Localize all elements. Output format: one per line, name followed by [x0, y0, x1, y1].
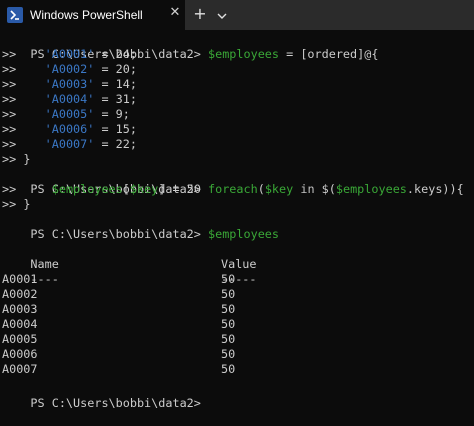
continuation-line: >> 'A0005' = 9; — [2, 107, 130, 121]
continuation-line: >> 'A0001' = 24; — [2, 47, 137, 61]
continuation-line: >> } — [2, 197, 31, 211]
command-line: PS C:\Users\bobbi\data2> $employees = [o… — [30, 47, 379, 61]
tab-windows-powershell[interactable]: Windows PowerShell ✕ — [0, 0, 185, 30]
table-row: A0005 50 — [2, 332, 236, 346]
table-row: A0002 50 — [2, 287, 236, 301]
powershell-icon — [7, 7, 23, 23]
close-tab-icon[interactable]: ✕ — [168, 6, 182, 20]
table-header: Name Value — [2, 242, 256, 271]
table-row: A0003 50 — [2, 302, 236, 316]
continuation-line: >> } — [2, 152, 31, 166]
prompt: PS C:\Users\bobbi\data2> — [30, 227, 208, 241]
new-tab-button[interactable]: + — [193, 5, 207, 23]
title-bar: Windows PowerShell ✕ + — [0, 0, 474, 30]
chevron-down-icon[interactable] — [215, 8, 229, 22]
continuation-line: >> 'A0003' = 14; — [2, 77, 137, 91]
continuation-line: >> 'A0004' = 31; — [2, 92, 137, 106]
table-row: A0006 50 — [2, 347, 236, 361]
table-row: A0007 50 — [2, 362, 236, 376]
continuation-line: >> $employees[$key] = 50 — [2, 182, 201, 196]
table-row: A0004 50 — [2, 317, 236, 331]
continuation-line: >> 'A0002' = 20; — [2, 62, 137, 76]
tab-title: Windows PowerShell — [30, 8, 143, 22]
command-line: PS C:\Users\bobbi\data2> $employees — [30, 227, 280, 241]
prompt: PS C:\Users\bobbi\data2> — [30, 396, 208, 410]
command-line: PS C:\Users\bobbi\data2> foreach($key in… — [30, 182, 464, 196]
column-header-value: Value — [221, 257, 257, 271]
command-line[interactable]: PS C:\Users\bobbi\data2> — [2, 381, 215, 410]
continuation-line: >> 'A0006' = 15; — [2, 122, 137, 136]
console-output[interactable]: PS C:\Users\bobbi\data2> $employees = [o… — [0, 30, 474, 410]
table-header-underline: ---- ----- — [30, 272, 257, 286]
continuation-line: >> 'A0007' = 22; — [2, 137, 137, 151]
table-row: A0001 50 — [2, 272, 236, 286]
